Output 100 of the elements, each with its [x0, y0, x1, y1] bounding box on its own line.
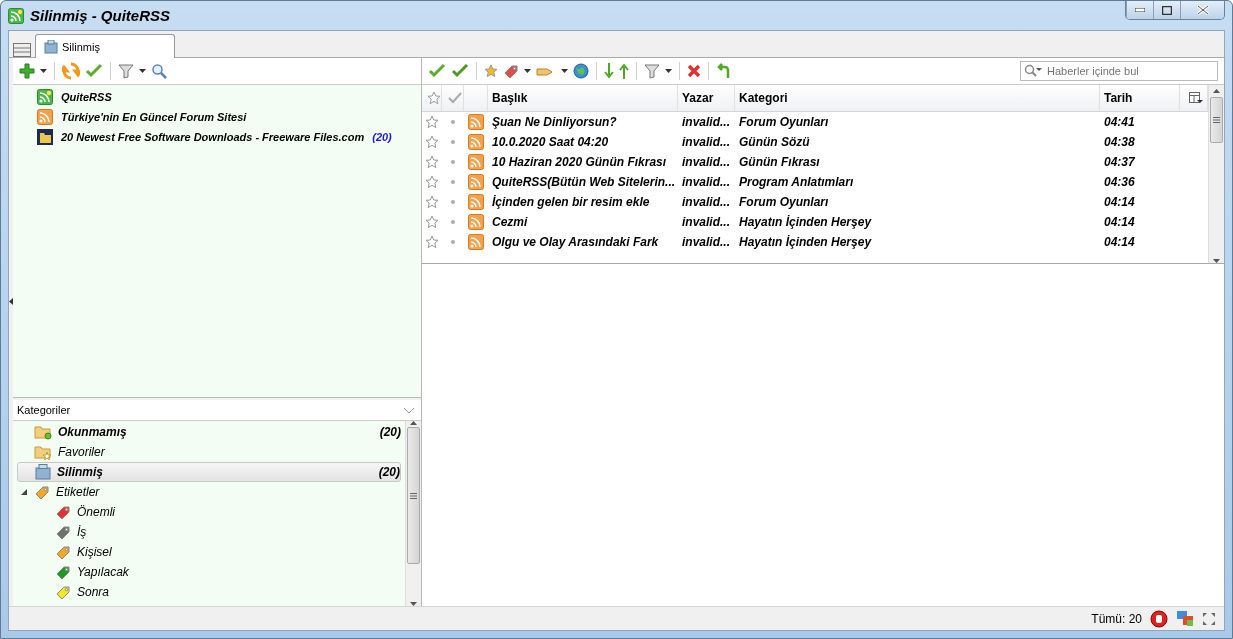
header-label: Kategoriler	[17, 404, 71, 416]
add-icon[interactable]	[19, 63, 35, 79]
feed-name: Türkiye'nin En Güncel Forum Sitesi	[61, 111, 247, 123]
article-title[interactable]: 10 Haziran 2020 Günün Fıkrası	[488, 155, 678, 169]
caret-icon[interactable]	[139, 69, 146, 73]
filter-icon[interactable]	[644, 63, 660, 79]
scroll-down-icon[interactable]	[410, 602, 417, 606]
expand-arrow-icon[interactable]	[20, 489, 28, 495]
refresh-icon[interactable]	[62, 62, 80, 80]
label-name: Kişisel	[77, 545, 112, 559]
rss-icon	[37, 109, 53, 125]
read-dot[interactable]	[451, 200, 455, 204]
table-cell-text: Program Anlatımları	[738, 175, 855, 189]
folder-icon	[37, 129, 53, 145]
check-icon[interactable]	[85, 63, 103, 79]
caret-icon[interactable]	[561, 69, 568, 73]
article-title[interactable]: Şuan Ne Dinliyorsun?	[488, 115, 678, 129]
rss-icon	[37, 89, 53, 105]
category-item[interactable]: Silinmiş (20)	[17, 462, 401, 482]
read-dot[interactable]	[451, 220, 455, 224]
article-title[interactable]: 10.0.2020 Saat 04:20	[488, 135, 678, 149]
globe-icon[interactable]	[573, 63, 589, 79]
label-item[interactable]: Yapılacak	[17, 562, 401, 582]
star-icon[interactable]	[426, 91, 441, 105]
table-cell-text: 04:36	[1103, 175, 1136, 189]
close-icon	[1196, 5, 1209, 15]
column-header[interactable]: Tarih	[1100, 85, 1180, 111]
star-icon[interactable]	[425, 195, 439, 209]
feed-item[interactable]: 20 Newest Free Software Downloads - Freeware Files.com (20)	[13, 127, 421, 147]
search-field[interactable]: Haberler içinde bul	[1020, 61, 1218, 81]
check-icon[interactable]	[428, 63, 446, 79]
category-name: Etiketler	[56, 485, 101, 499]
read-dot[interactable]	[451, 180, 455, 184]
columns-icon[interactable]	[1188, 92, 1203, 104]
read-dot[interactable]	[451, 140, 455, 144]
table-cell-text: Hayatın İçinden Herşey	[738, 215, 873, 229]
table-cell-text: 04:38	[1103, 135, 1136, 149]
trash-icon	[35, 464, 51, 480]
scroll-up-icon[interactable]	[1213, 89, 1220, 93]
chevron-icon[interactable]	[403, 406, 415, 414]
column-header[interactable]: Kategori	[735, 85, 1100, 111]
table-cell-text: Forum Oyunları	[738, 195, 830, 209]
read-dot[interactable]	[451, 240, 455, 244]
table-cell-text: invalid...	[681, 115, 731, 129]
article-title[interactable]: QuiteRSS(Bütün Web Sitelerin...	[488, 175, 678, 189]
category-item[interactable]: Favoriler	[17, 442, 401, 462]
read-dot[interactable]	[451, 160, 455, 164]
star-icon[interactable]	[425, 135, 439, 149]
star-icon[interactable]	[484, 64, 498, 78]
list-icon[interactable]	[13, 43, 31, 57]
down-arrow-icon[interactable]	[604, 63, 614, 79]
star-icon[interactable]	[425, 235, 439, 249]
label-item[interactable]: İş	[17, 522, 401, 542]
maximize-button[interactable]	[1153, 1, 1180, 19]
label-item[interactable]: Önemli	[17, 502, 401, 522]
table-cell-text: 04:37	[1103, 155, 1136, 169]
article-title[interactable]: Cezmi	[488, 215, 678, 229]
up-arrow-icon[interactable]	[619, 63, 629, 79]
fullscreen-icon[interactable]	[1202, 611, 1216, 626]
star-icon[interactable]	[425, 115, 439, 129]
star-icon[interactable]	[425, 175, 439, 189]
label-item[interactable]: Sonra	[17, 582, 401, 602]
star-icon[interactable]	[425, 155, 439, 169]
categories-header[interactable]: Kategoriler	[13, 400, 421, 421]
star-icon[interactable]	[425, 215, 439, 229]
scrollbar[interactable]	[405, 421, 421, 606]
read-dot[interactable]	[451, 120, 455, 124]
feed-item[interactable]: QuiteRSS	[13, 87, 421, 107]
label-name: Sonra	[77, 585, 110, 599]
read-icon[interactable]	[447, 91, 462, 105]
rss-icon	[468, 234, 484, 250]
caret-icon[interactable]	[40, 69, 47, 73]
filter-icon[interactable]	[118, 63, 134, 79]
delete-icon[interactable]	[687, 64, 701, 78]
tab[interactable]: Silinmiş	[35, 34, 175, 58]
caret-icon[interactable]	[665, 69, 672, 73]
window-title: Silinmiş - QuiteRSS	[30, 7, 171, 24]
table-cell-text: invalid...	[681, 215, 731, 229]
undo-icon[interactable]	[716, 63, 732, 79]
category-item[interactable]: Etiketler	[17, 482, 401, 502]
table-cell-text: invalid...	[681, 135, 731, 149]
scrollbar[interactable]	[1208, 85, 1224, 263]
article-title[interactable]: Olgu ve Olay Arasındaki Fark	[488, 235, 678, 249]
search-icon[interactable]	[1024, 64, 1042, 78]
windows-icon[interactable]	[1176, 609, 1194, 628]
column-header[interactable]: Başlık	[488, 85, 678, 111]
check-icon[interactable]	[451, 63, 469, 79]
feed-item[interactable]: Türkiye'nin En Güncel Forum Sitesi	[13, 107, 421, 127]
collapse-arrow-icon[interactable]	[9, 298, 13, 305]
category-item[interactable]: Okunmamış (20)	[17, 422, 401, 442]
search-icon[interactable]	[151, 63, 167, 79]
category-name: Silinmiş	[57, 465, 104, 479]
label-item[interactable]: Kişisel	[17, 542, 401, 562]
column-header[interactable]: Yazar	[678, 85, 735, 111]
article-title[interactable]: İçinden gelen bir resim ekle	[488, 195, 678, 209]
table-cell-text: 04:14	[1103, 195, 1136, 209]
rss-icon	[468, 194, 484, 210]
stop-icon[interactable]	[1150, 609, 1168, 628]
table-cell-text: Hayatın İçinden Herşey	[738, 235, 873, 249]
caret-icon[interactable]	[524, 69, 531, 73]
